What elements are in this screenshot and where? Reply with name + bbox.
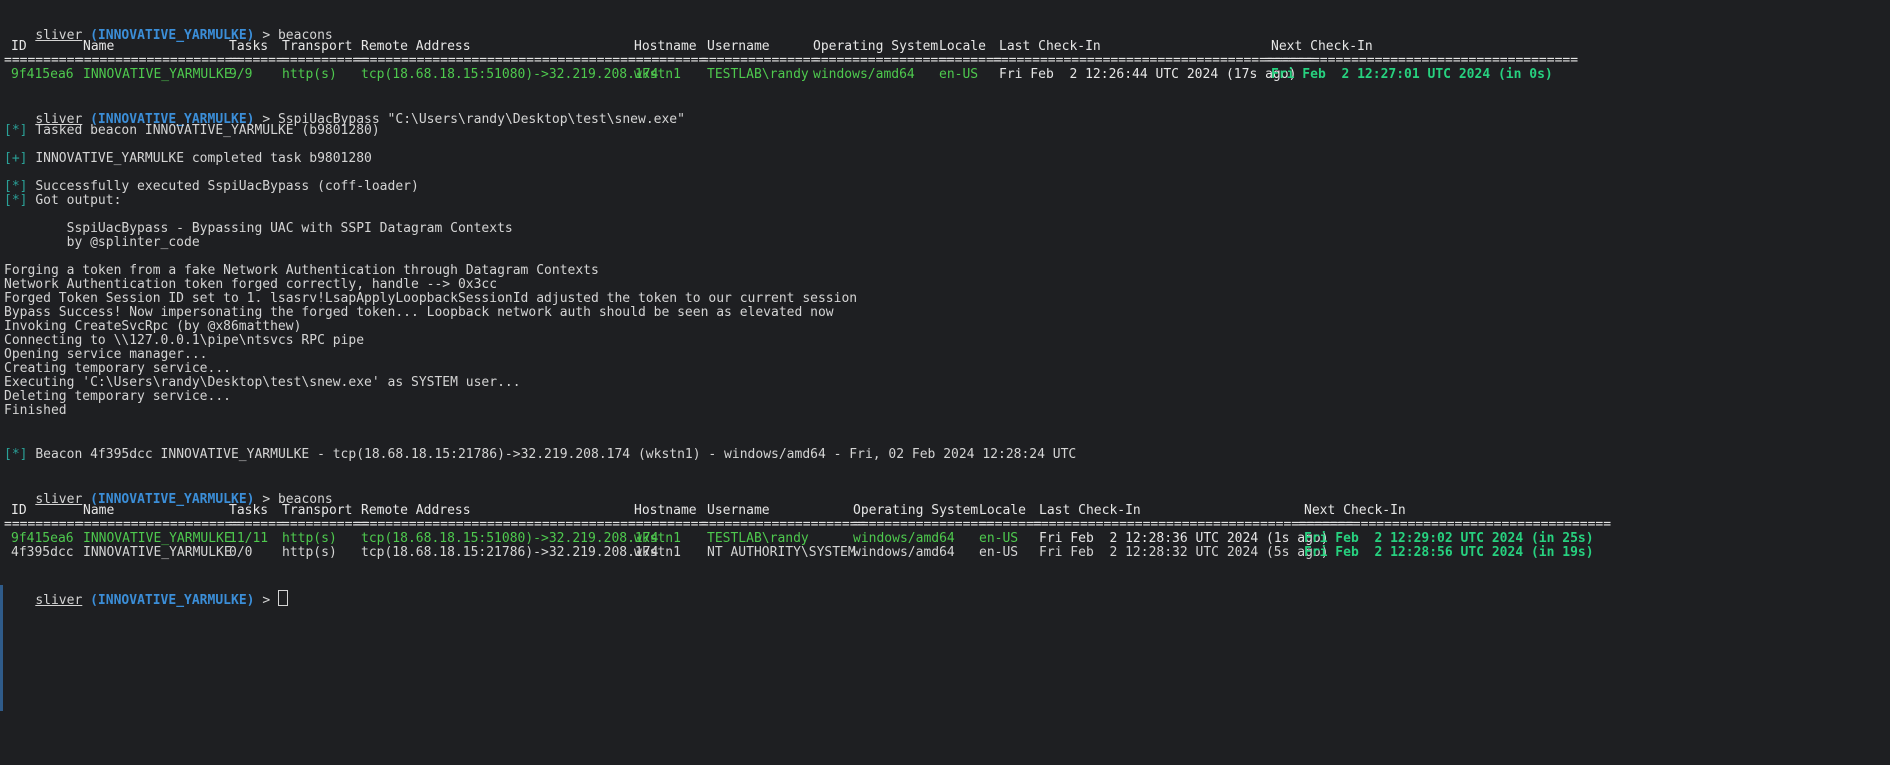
table-row[interactable]: 4f395dcc INNOVATIVE_YARMULKE 0/0 http(s)… bbox=[4, 544, 1884, 561]
beacon-transport: http(s) bbox=[282, 67, 337, 82]
info-tag: [*] bbox=[4, 193, 28, 208]
beacon-remote-address: tcp(18.68.18.15:21786)->32.219.208.174 bbox=[361, 545, 659, 560]
beacon-locale: en-US bbox=[939, 67, 979, 82]
beacon-id: 4f395dcc bbox=[11, 545, 74, 560]
beacon-last-checkin: Fri Feb 2 12:28:32 UTC 2024 (5s ago) bbox=[1039, 545, 1329, 560]
beacon-transport: http(s) bbox=[282, 545, 337, 560]
beacon-last-checkin: Fri Feb 2 12:26:44 UTC 2024 (17s ago) bbox=[999, 67, 1297, 82]
beacon-os: windows/amd64 bbox=[813, 67, 915, 82]
prompt-line: sliver (INNOVATIVE_YARMULKE) > SspiUacBy… bbox=[4, 94, 685, 127]
prompt-arrow: > bbox=[262, 593, 271, 608]
output-text: Tasked beacon INNOVATIVE_YARMULKE (b9801… bbox=[35, 123, 380, 138]
beacon-username: TESTLAB\randy bbox=[707, 67, 809, 82]
beacon-next-checkin: Fri Feb 2 12:27:01 UTC 2024 (in 0s) bbox=[1271, 67, 1553, 82]
output-text: Got output: bbox=[35, 193, 122, 208]
active-prompt-line[interactable]: sliver (INNOVATIVE_YARMULKE) > bbox=[4, 573, 288, 608]
beacon-name: INNOVATIVE_YARMULKE bbox=[83, 545, 232, 560]
beacon-next-checkin: Fri Feb 2 12:28:56 UTC 2024 (in 19s) bbox=[1304, 545, 1594, 560]
prompt-line: sliver (INNOVATIVE_YARMULKE) > beacons bbox=[4, 474, 332, 507]
success-tag: [+] bbox=[4, 151, 28, 166]
table-row[interactable]: 9f415ea6 INNOVATIVE_YARMULKE 9/9 http(s)… bbox=[4, 66, 1884, 83]
active-pane-indicator bbox=[0, 585, 3, 711]
beacon-name: INNOVATIVE_YARMULKE bbox=[83, 67, 232, 82]
beacon-hostname: wkstn1 bbox=[634, 545, 681, 560]
text-cursor bbox=[277, 590, 288, 606]
beacon-tasks: 0/0 bbox=[229, 545, 253, 560]
beacon-username: NT AUTHORITY\SYSTEM bbox=[707, 545, 856, 560]
info-tag: [*] bbox=[4, 123, 28, 138]
prompt-session-name: (INNOVATIVE_YARMULKE) bbox=[90, 593, 255, 608]
beacon-tasks: 9/9 bbox=[229, 67, 253, 82]
output-text: INNOVATIVE_YARMULKE completed task b9801… bbox=[35, 151, 372, 166]
beacon-remote-address: tcp(18.68.18.15:51080)->32.219.208.174 bbox=[361, 67, 659, 82]
prompt-line: sliver (INNOVATIVE_YARMULKE) > beacons bbox=[4, 10, 332, 43]
output-line: by @splinter_code bbox=[4, 235, 200, 250]
prompt-app-name: sliver bbox=[35, 593, 83, 608]
beacon-locale: en-US bbox=[979, 545, 1019, 560]
beacon-hostname: wkstn1 bbox=[634, 67, 681, 82]
output-text: Beacon 4f395dcc INNOVATIVE_YARMULKE - tc… bbox=[35, 447, 1077, 462]
output-line: [+] INNOVATIVE_YARMULKE completed task b… bbox=[4, 150, 372, 167]
output-line: [*] Got output: bbox=[4, 192, 121, 209]
info-tag: [*] bbox=[4, 447, 28, 462]
beacon-id: 9f415ea6 bbox=[11, 67, 74, 82]
beacon-event-line: [*] Beacon 4f395dcc INNOVATIVE_YARMULKE … bbox=[4, 446, 1076, 463]
output-line: Finished bbox=[4, 403, 67, 418]
output-line: [*] Tasked beacon INNOVATIVE_YARMULKE (b… bbox=[4, 122, 380, 139]
beacon-os: windows/amd64 bbox=[853, 545, 955, 560]
